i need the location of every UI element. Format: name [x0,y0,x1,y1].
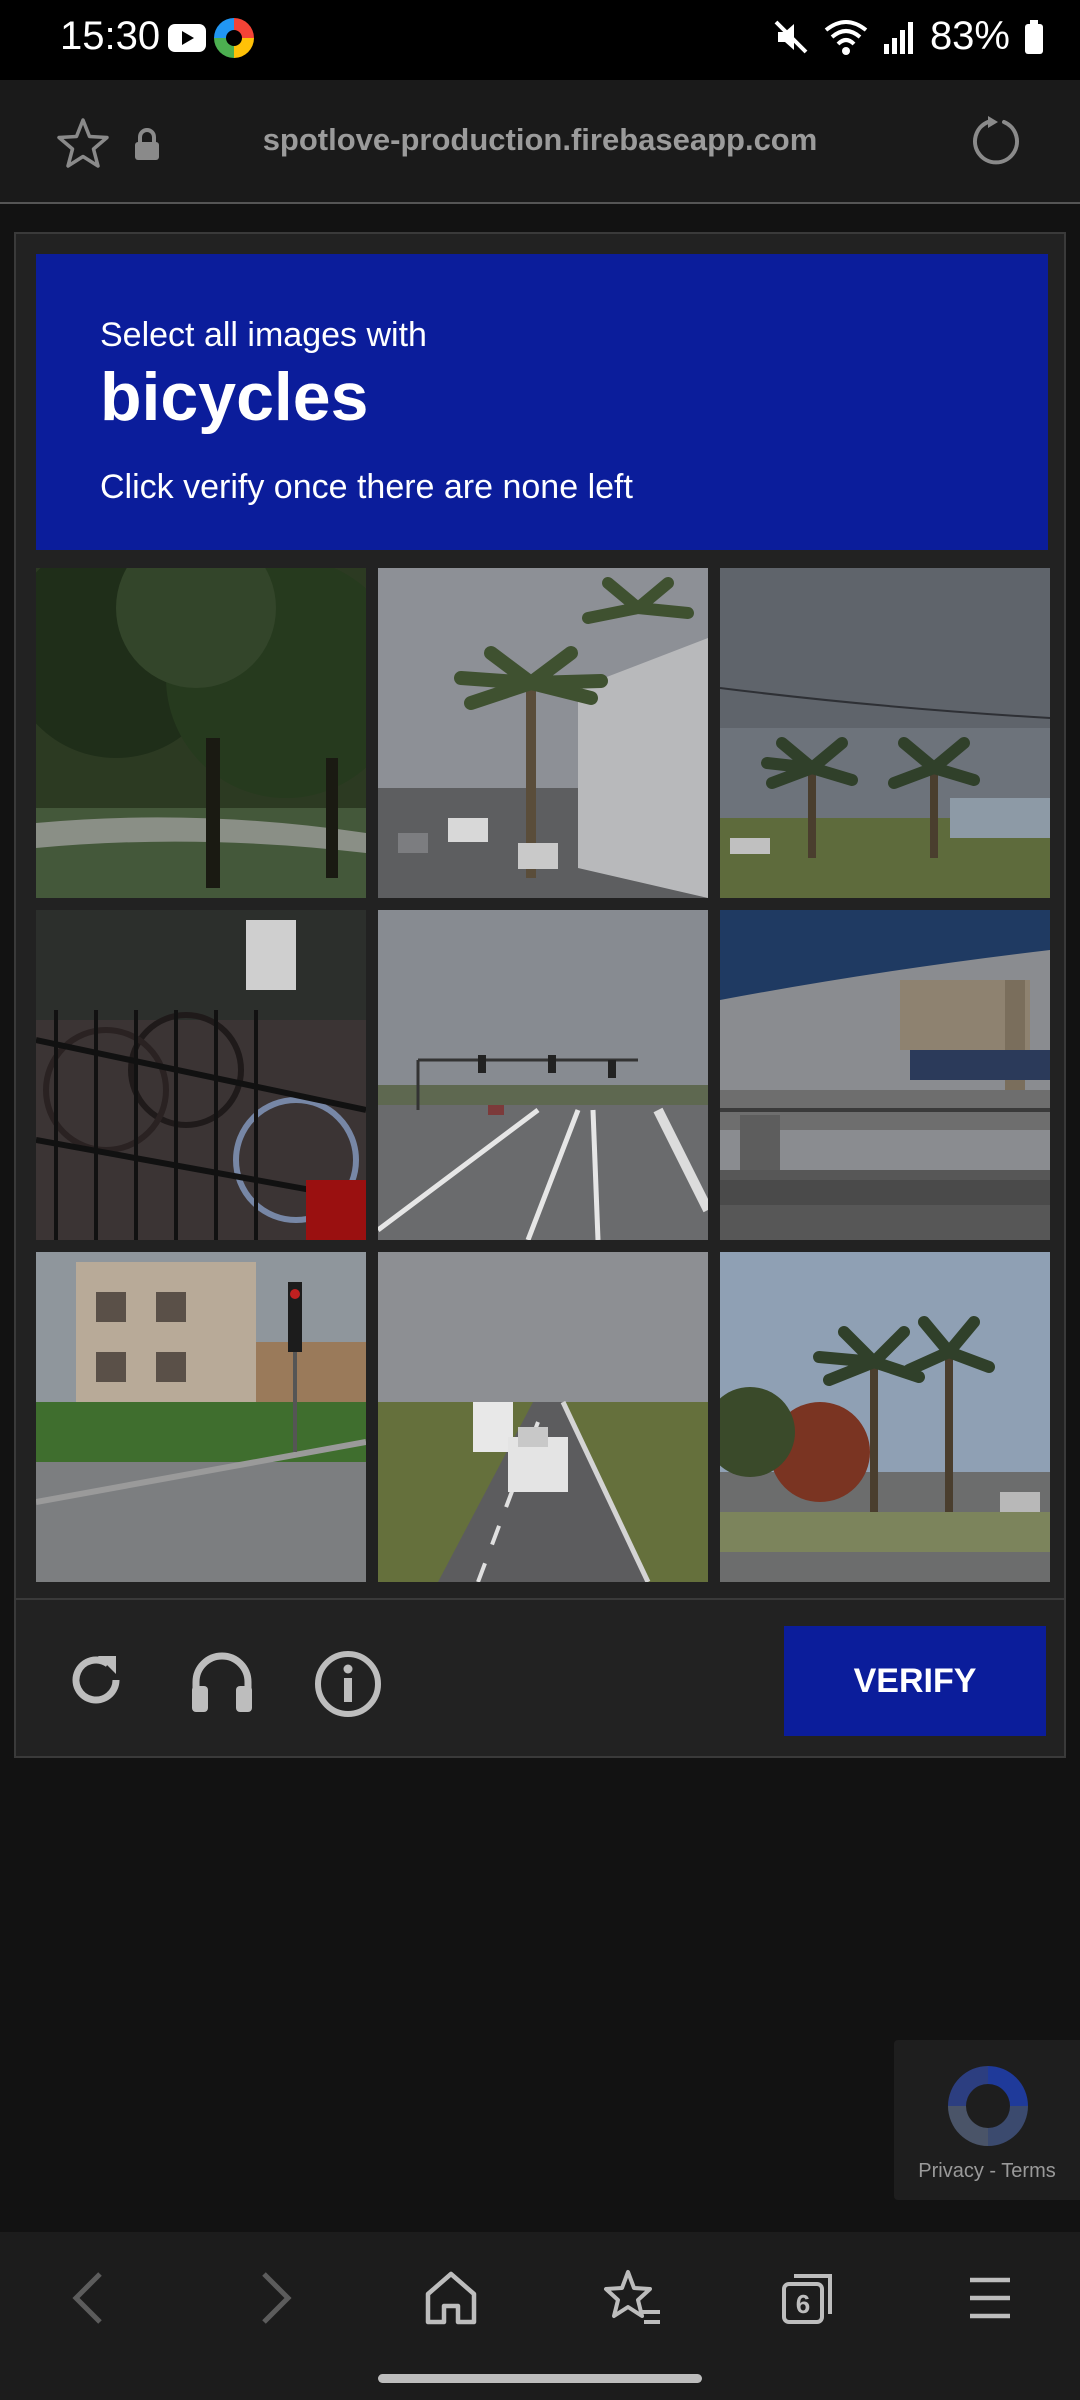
image-tile[interactable] [36,910,366,1240]
target-object: bicycles [100,359,369,435]
image-tile[interactable] [36,568,366,898]
footer-divider [16,1598,1064,1600]
wifi-icon [824,19,868,55]
bookmarks-icon[interactable] [600,2266,664,2330]
battery-icon [1025,19,1043,54]
image-tile[interactable] [378,910,708,1240]
signal-icon [883,21,913,54]
address-bar: spotlove-production.firebaseapp.com [0,80,1080,204]
link-separator: - [989,2160,997,2182]
instruction-text: Click verify once there are none left [100,468,633,506]
image-tile[interactable] [378,1252,708,1582]
image-tile[interactable] [36,1252,366,1582]
refresh-icon[interactable] [64,1648,128,1712]
prompt-text: Select all images with [100,316,427,354]
image-tile[interactable] [720,568,1050,898]
recaptcha-logo-icon [948,2066,1028,2146]
recaptcha-links: Privacy - Terms [894,2160,1080,2183]
image-tile[interactable] [720,1252,1050,1582]
url-text[interactable]: spotlove-production.firebaseapp.com [0,122,1080,158]
status-time: 15:30 [60,14,161,58]
tabs-button[interactable]: 6 [780,2266,836,2328]
terms-link[interactable]: Terms [1001,2160,1055,2182]
mute-icon [774,20,808,53]
menu-icon[interactable] [966,2266,1014,2330]
captcha-prompt-banner: Select all images with bicycles Click ve… [36,254,1048,550]
privacy-link[interactable]: Privacy [918,2160,984,2182]
recaptcha-badge[interactable]: Privacy - Terms [894,2040,1080,2200]
gesture-bar[interactable] [378,2374,702,2383]
image-tile[interactable] [720,910,1050,1240]
home-icon[interactable] [422,2266,480,2330]
battery-percent: 83% [929,14,1010,58]
image-tile[interactable] [378,568,708,898]
captcha-challenge: Select all images with bicycles Click ve… [14,232,1066,1758]
reload-icon[interactable] [968,114,1024,170]
headphones-icon[interactable] [186,1648,258,1716]
tab-count: 6 [795,2289,811,2319]
verify-button[interactable]: VERIFY [784,1626,1046,1736]
status-bar: 15:30 83% [0,0,1080,80]
youtube-notification-icon [168,24,206,52]
back-icon[interactable] [64,2266,114,2330]
app-notification-icon [214,18,254,58]
forward-icon[interactable] [250,2266,300,2330]
info-icon[interactable] [312,1648,384,1720]
